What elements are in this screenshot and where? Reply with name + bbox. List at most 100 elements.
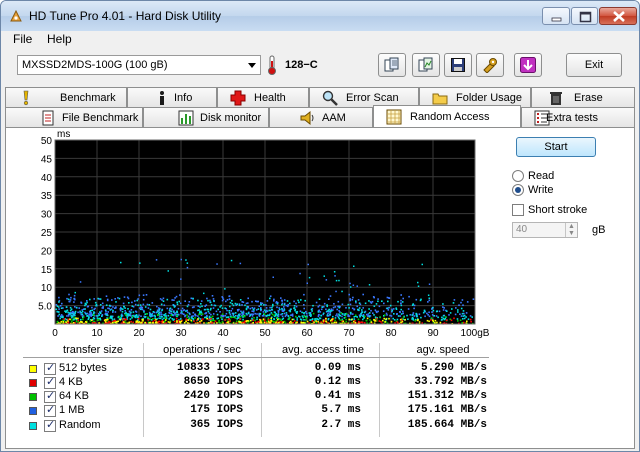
data-point (259, 321, 261, 324)
data-point (249, 319, 252, 322)
series-color-swatch (29, 422, 37, 430)
data-point (159, 298, 162, 300)
data-point (431, 311, 433, 313)
data-point (360, 314, 362, 317)
data-point (211, 315, 214, 318)
data-point (262, 318, 265, 320)
short-stroke-label: Short stroke (528, 204, 588, 216)
short-stroke-checkbox[interactable] (512, 204, 524, 216)
data-point (239, 315, 242, 318)
write-radio[interactable] (512, 184, 524, 196)
short-stroke-spinner[interactable]: 40 ▲ ▼ (512, 222, 578, 238)
data-point (210, 304, 213, 306)
data-point (224, 319, 226, 321)
data-point (70, 296, 72, 299)
data-point (152, 311, 155, 313)
data-point (382, 319, 384, 322)
data-point (117, 320, 119, 323)
data-point (333, 321, 336, 324)
data-point (74, 306, 76, 308)
data-point (388, 317, 390, 320)
data-point (135, 310, 137, 313)
data-point (366, 315, 369, 317)
data-point (426, 312, 428, 315)
data-point (85, 303, 87, 306)
data-point (198, 309, 200, 311)
data-point (108, 317, 111, 319)
data-point (401, 320, 404, 323)
data-point (164, 316, 167, 319)
data-point (147, 307, 150, 309)
data-point (327, 312, 329, 315)
data-point (345, 318, 347, 321)
col-transfer-size: transfer size (63, 344, 123, 356)
data-point (71, 320, 73, 323)
data-point (251, 315, 254, 317)
data-point (362, 318, 364, 321)
data-point (344, 316, 347, 318)
data-point (256, 316, 258, 319)
data-point (293, 300, 295, 303)
data-point (349, 282, 351, 285)
data-point (449, 312, 452, 314)
data-point (229, 305, 231, 308)
data-point (177, 307, 180, 310)
data-point (109, 309, 112, 311)
data-point (356, 316, 358, 318)
data-point (267, 317, 270, 320)
data-point (160, 315, 163, 318)
series-checkbox[interactable] (44, 403, 56, 417)
data-point (330, 308, 333, 310)
data-point (229, 320, 231, 322)
data-point (215, 310, 218, 313)
data-point (371, 300, 374, 303)
series-checkbox[interactable] (44, 361, 56, 375)
data-point (123, 305, 125, 308)
data-point (404, 318, 406, 321)
series-checkbox[interactable] (44, 389, 56, 403)
data-point (88, 314, 91, 316)
data-point (400, 299, 402, 302)
data-point (193, 306, 195, 308)
data-point (265, 307, 268, 309)
data-point (390, 315, 393, 317)
data-point (255, 309, 258, 311)
data-point (97, 297, 99, 300)
spinner-arrows-icon[interactable]: ▲ ▼ (565, 223, 577, 237)
data-point (252, 319, 254, 321)
data-point (252, 313, 255, 316)
data-point (363, 311, 366, 314)
data-point (74, 291, 76, 294)
start-button[interactable]: Start (516, 137, 596, 157)
data-point (422, 311, 425, 314)
data-point (62, 316, 64, 319)
data-point (462, 310, 465, 312)
data-point (368, 300, 370, 302)
data-point (352, 296, 354, 299)
data-point (257, 300, 259, 303)
data-point (402, 310, 404, 313)
data-point (353, 265, 355, 267)
data-point (209, 301, 212, 304)
data-point (430, 317, 433, 319)
data-point (463, 321, 465, 324)
data-point (89, 310, 92, 312)
row-transfer-size: 64 KB (59, 390, 89, 402)
series-checkbox[interactable] (44, 418, 56, 432)
data-point (186, 316, 189, 319)
data-point (201, 305, 203, 308)
data-point (294, 320, 296, 322)
series-checkbox[interactable] (44, 375, 56, 389)
read-radio[interactable] (512, 170, 524, 182)
data-point (262, 311, 265, 313)
data-point (352, 284, 355, 286)
data-point (205, 311, 207, 314)
data-point (104, 321, 107, 323)
data-point (254, 321, 257, 324)
table-row: Random 365 IOPS 2.7 ms 185.664 MB/s (1, 418, 501, 433)
data-point (60, 307, 63, 309)
data-point (273, 321, 275, 323)
tab-random-access[interactable]: Random Access (373, 105, 521, 127)
data-point (356, 305, 358, 308)
data-point (74, 322, 76, 324)
